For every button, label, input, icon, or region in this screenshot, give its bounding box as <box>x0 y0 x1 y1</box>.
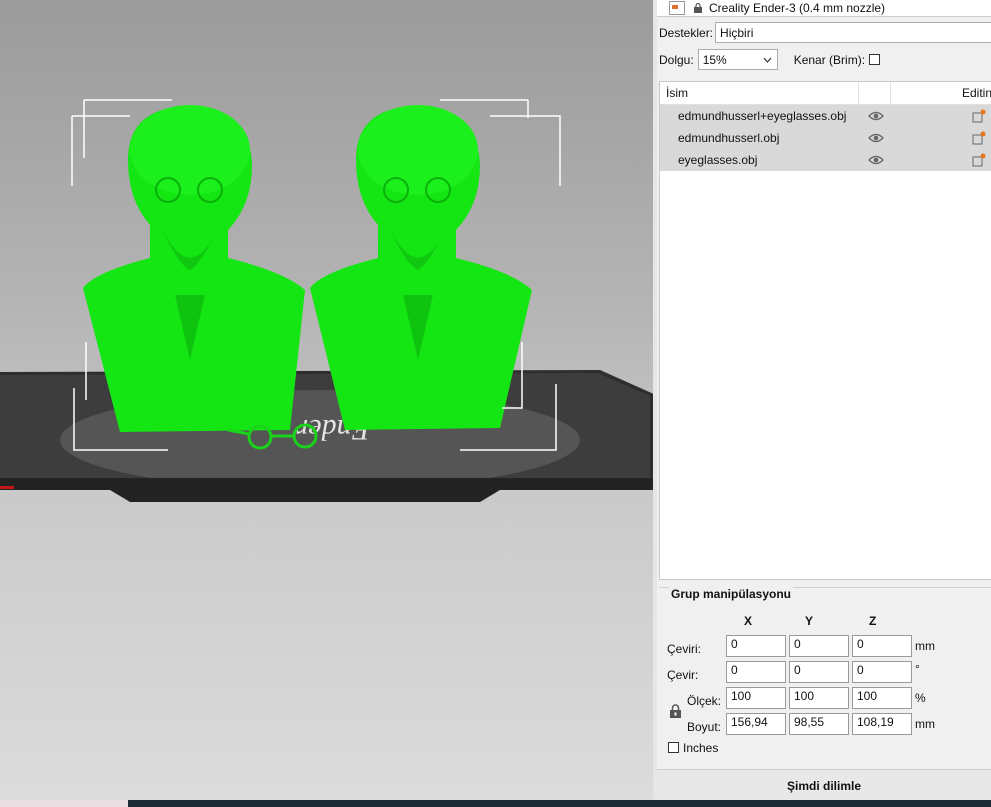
size-unit: mm <box>915 717 935 731</box>
translate-unit: mm <box>915 639 935 653</box>
column-editing-header[interactable]: Editin <box>962 86 991 100</box>
infill-dropdown[interactable]: 15% <box>697 49 778 70</box>
list-item[interactable]: edmundhusserl.obj <box>660 127 991 149</box>
scale-label: Ölçek: <box>687 694 722 708</box>
3d-viewport[interactable]: Ender <box>0 0 656 800</box>
infill-value: 15% <box>702 52 727 67</box>
bust-model-left[interactable] <box>83 105 305 432</box>
infill-label: Dolgu: <box>659 52 694 67</box>
brim-checkbox[interactable] <box>869 54 881 65</box>
object-list[interactable]: İsim Editin edmundhusserl+eyeglasses.obj… <box>659 81 991 580</box>
edit-settings-icon[interactable] <box>972 153 986 167</box>
scale-y-input[interactable]: 100 <box>789 687 849 709</box>
scale-z-input[interactable]: 100 <box>852 687 912 709</box>
infill-row: Dolgu: 15% Kenar (Brim): <box>659 49 881 70</box>
group-manipulation-title: Grup manipülasyonu <box>669 587 794 601</box>
printer-icon <box>669 1 685 15</box>
scene-canvas[interactable]: Ender <box>0 0 656 800</box>
scale-x-input[interactable]: 100 <box>726 687 786 709</box>
lock-icon <box>694 3 702 13</box>
brim-label: Kenar (Brim): <box>793 52 866 67</box>
taskbar-thumbnail[interactable] <box>0 800 128 807</box>
supports-label: Destekler: <box>659 25 714 40</box>
object-name: edmundhusserl+eyeglasses.obj <box>678 109 847 123</box>
column-name-header[interactable]: İsim <box>666 86 688 100</box>
translate-z-input[interactable]: 0 <box>852 635 912 657</box>
object-list-header: İsim Editin <box>660 82 991 105</box>
size-label: Boyut: <box>687 720 722 734</box>
edit-settings-icon[interactable] <box>972 109 986 123</box>
chevron-down-icon <box>763 57 772 63</box>
supports-dropdown[interactable]: Hiçbiri <box>715 22 991 43</box>
size-x-input[interactable]: 156,94 <box>726 713 786 735</box>
eye-icon[interactable] <box>868 132 884 144</box>
object-name: edmundhusserl.obj <box>678 131 780 145</box>
size-z-input[interactable]: 108,19 <box>852 713 912 735</box>
size-y-input[interactable]: 98,55 <box>789 713 849 735</box>
supports-row: Destekler: Hiçbiri <box>659 22 991 43</box>
group-manipulation-panel: Grup manipülasyonu X Y Z Çeviri: 0 0 0 m… <box>659 587 991 768</box>
rotate-unit: ° <box>915 662 920 676</box>
rotate-z-input[interactable]: 0 <box>852 661 912 683</box>
bust-model-right[interactable] <box>310 105 532 430</box>
scale-unit: % <box>915 691 926 705</box>
taskbar <box>0 800 991 807</box>
slice-now-button[interactable]: Şimdi dilimle <box>657 769 991 801</box>
translate-label: Çeviri: <box>667 642 702 656</box>
rotate-y-input[interactable]: 0 <box>789 661 849 683</box>
translate-y-input[interactable]: 0 <box>789 635 849 657</box>
list-item[interactable]: eyeglasses.obj <box>660 149 991 171</box>
rotate-x-input[interactable]: 0 <box>726 661 786 683</box>
eye-icon[interactable] <box>868 110 884 122</box>
axis-x-label: X <box>744 614 753 628</box>
inches-label: Inches <box>683 741 719 755</box>
object-name: eyeglasses.obj <box>678 153 758 167</box>
translate-x-input[interactable]: 0 <box>726 635 786 657</box>
supports-value: Hiçbiri <box>720 25 754 40</box>
printer-selector[interactable]: Creality Ender-3 (0.4 mm nozzle) <box>657 0 991 17</box>
rotate-label: Çevir: <box>667 668 699 682</box>
settings-panel: Creality Ender-3 (0.4 mm nozzle) Destekl… <box>657 0 991 801</box>
axis-z-label: Z <box>869 614 877 628</box>
printer-name: Creality Ender-3 (0.4 mm nozzle) <box>709 1 886 15</box>
edit-settings-icon[interactable] <box>972 131 986 145</box>
lock-icon[interactable] <box>669 704 682 719</box>
axis-y-label: Y <box>805 614 814 628</box>
inches-checkbox[interactable] <box>668 742 679 753</box>
list-item[interactable]: edmundhusserl+eyeglasses.obj <box>660 105 991 127</box>
eye-icon[interactable] <box>868 154 884 166</box>
